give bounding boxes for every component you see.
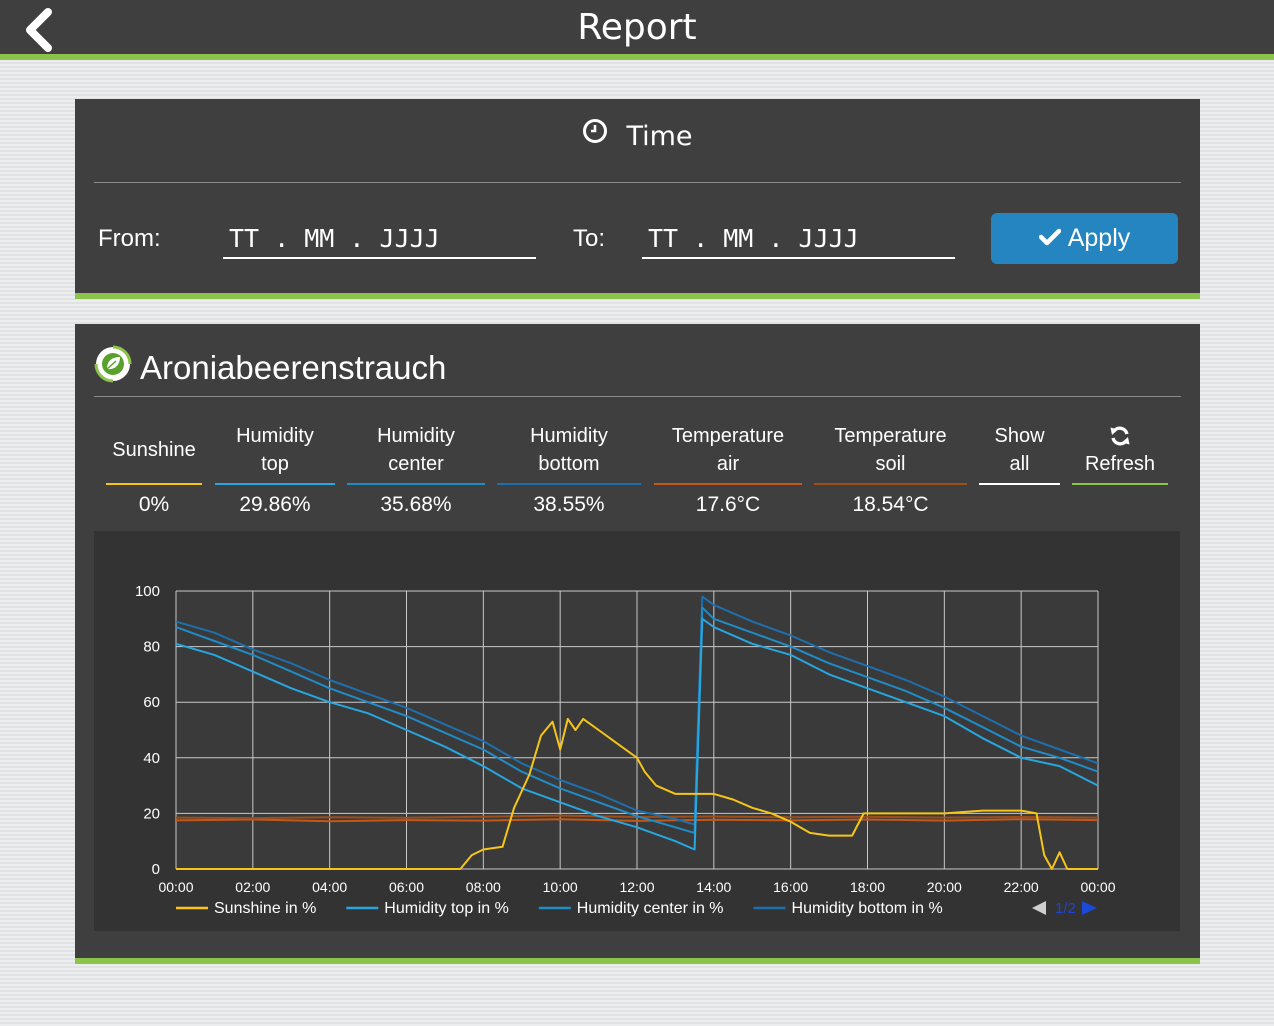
x-tick-label: 02:00 xyxy=(235,879,270,895)
legend-label: Humidity center in % xyxy=(577,900,724,917)
time-panel: Time From: To: Apply xyxy=(75,99,1200,299)
tab-label: Show xyxy=(994,425,1045,447)
pager-prev-icon[interactable] xyxy=(1032,901,1046,915)
tab-label: all xyxy=(1009,453,1030,475)
to-date-input[interactable] xyxy=(642,219,955,259)
tab-temperature-soil[interactable]: Temperature soil 18.54°C xyxy=(814,420,967,519)
x-tick-label: 06:00 xyxy=(389,879,424,895)
pager-next-icon[interactable] xyxy=(1082,901,1097,915)
legend-label: Humidity bottom in % xyxy=(792,900,943,917)
tab-temperature-air[interactable]: Temperature air 17.6°C xyxy=(654,420,802,519)
tab-label: Humidity xyxy=(530,425,608,447)
pager-label: 1/2 xyxy=(1055,900,1076,917)
tab-value: 17.6°C xyxy=(695,493,761,516)
x-tick-label: 14:00 xyxy=(696,879,731,895)
x-tick-label: 00:00 xyxy=(158,879,193,895)
legend-label: Sunshine in % xyxy=(214,900,316,917)
tab-underline xyxy=(497,483,641,485)
to-label: To: xyxy=(573,225,606,252)
line-chart: 00:00 02:00 04:00 06:00 08:00 10:00 12:00 14:00… xyxy=(135,583,1116,917)
tab-label: Refresh xyxy=(1084,453,1156,475)
tab-label: soil xyxy=(875,453,906,475)
x-tick-label: 00:00 xyxy=(1080,879,1115,895)
tab-underline xyxy=(814,483,967,485)
plant-panel: Aroniabeerenstrauch Sunshine 0% Humidity… xyxy=(75,324,1200,964)
chart-area: 00:00 02:00 04:00 06:00 08:00 10:00 12:00 14:00… xyxy=(94,531,1180,931)
time-header: Time xyxy=(75,117,1200,157)
apply-label: Apply xyxy=(1067,224,1131,252)
tab-label: Humidity xyxy=(236,425,314,447)
clock-icon xyxy=(582,116,608,156)
tab-humidity-bottom[interactable]: Humidity bottom 38.55% xyxy=(497,420,641,519)
x-tick-label: 16:00 xyxy=(773,879,808,895)
tab-humidity-center[interactable]: Humidity center 35.68% xyxy=(347,420,485,519)
tab-label: top xyxy=(261,453,289,475)
apply-button[interactable]: Apply xyxy=(991,213,1178,264)
tab-value: 35.68% xyxy=(380,493,452,516)
x-tick-label: 04:00 xyxy=(312,879,347,895)
tab-label: bottom xyxy=(538,453,600,475)
tab-underline xyxy=(1072,483,1168,485)
plant-header: Aroniabeerenstrauch xyxy=(94,345,447,391)
y-tick-label: 80 xyxy=(143,639,160,656)
top-bar: Report xyxy=(0,0,1274,60)
tab-label: Temperature xyxy=(834,425,947,447)
tab-value: 0% xyxy=(138,493,170,516)
tab-sunshine[interactable]: Sunshine 0% xyxy=(106,420,202,519)
tab-show-all[interactable]: Show all xyxy=(979,420,1060,485)
y-tick-label: 40 xyxy=(143,750,160,767)
plant-name: Aroniabeerenstrauch xyxy=(140,349,447,386)
tab-underline xyxy=(347,483,485,485)
x-tick-label: 22:00 xyxy=(1004,879,1039,895)
tab-humidity-top[interactable]: Humidity top 29.86% xyxy=(215,420,335,519)
y-tick-label: 0 xyxy=(152,861,160,878)
x-tick-label: 20:00 xyxy=(927,879,962,895)
plant-leaf-logo-icon xyxy=(94,345,132,391)
x-tick-label: 10:00 xyxy=(543,879,578,895)
checkmark-icon xyxy=(1038,224,1061,253)
tab-underline xyxy=(215,483,335,485)
refresh-button[interactable]: Refresh xyxy=(1072,420,1168,485)
from-date-input[interactable] xyxy=(223,219,536,259)
tab-value: 29.86% xyxy=(239,493,311,516)
y-tick-label: 60 xyxy=(143,694,160,711)
from-label: From: xyxy=(98,225,161,252)
divider xyxy=(94,182,1181,183)
time-title: Time xyxy=(626,121,693,152)
y-tick-label: 100 xyxy=(135,583,160,600)
x-tick-label: 12:00 xyxy=(619,879,654,895)
tab-label: center xyxy=(388,453,444,475)
tab-label: Humidity xyxy=(377,425,455,447)
legend-label: Humidity top in % xyxy=(384,900,509,917)
divider xyxy=(94,396,1181,397)
tab-underline xyxy=(654,483,802,485)
y-tick-label: 20 xyxy=(143,805,160,822)
tab-label: air xyxy=(716,453,740,475)
tab-underline xyxy=(106,483,202,485)
page-title: Report xyxy=(577,7,697,48)
tab-label: Temperature xyxy=(671,425,785,447)
refresh-icon xyxy=(1072,422,1168,450)
x-tick-label: 08:00 xyxy=(466,879,501,895)
x-tick-label: 18:00 xyxy=(850,879,885,895)
tab-label: Sunshine xyxy=(112,439,196,461)
tab-underline xyxy=(979,483,1060,485)
tab-value: 38.55% xyxy=(533,493,605,516)
tab-value: 18.54°C xyxy=(852,493,929,516)
